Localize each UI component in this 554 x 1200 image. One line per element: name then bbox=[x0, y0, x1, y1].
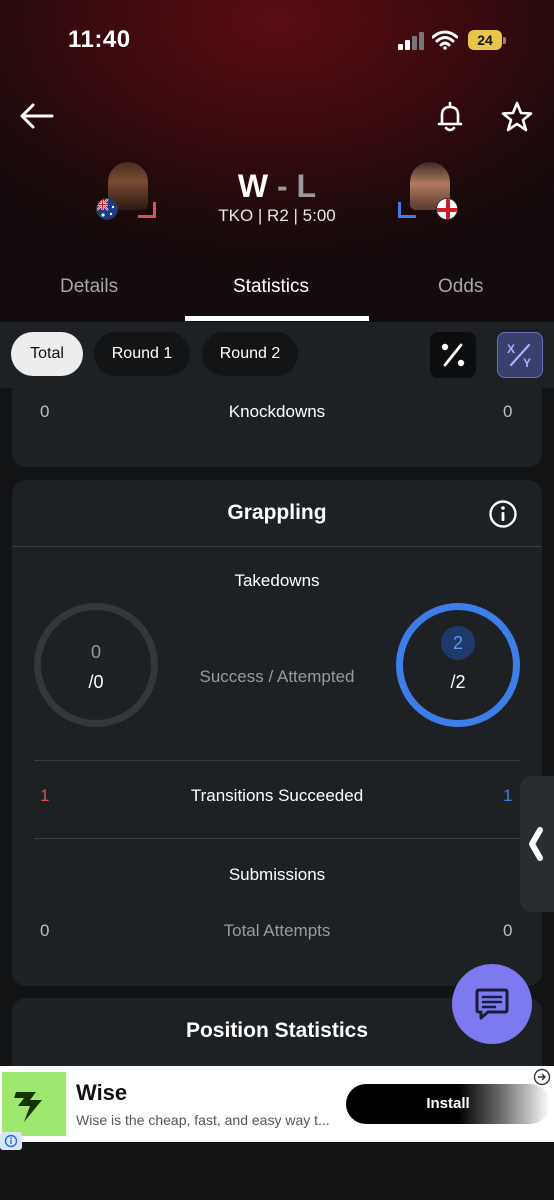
active-tab-indicator bbox=[185, 316, 369, 321]
takedowns-label: Takedowns bbox=[234, 571, 320, 590]
svg-text:Y: Y bbox=[523, 356, 531, 370]
knockdowns-right: 0 bbox=[503, 402, 513, 421]
wifi-icon bbox=[432, 30, 458, 50]
australia-flag-icon bbox=[96, 198, 118, 220]
knockdowns-label: Knockdowns bbox=[228, 402, 326, 421]
takedowns-right-success: 2 bbox=[441, 626, 475, 660]
takedowns-left-success: 0 bbox=[90, 642, 101, 662]
percent-toggle-icon[interactable] bbox=[430, 332, 476, 378]
england-flag-icon bbox=[436, 198, 458, 220]
result-method: TKO | R2 | 5:00 bbox=[218, 206, 336, 225]
match-result: W - L bbox=[190, 168, 364, 205]
submissions-label: Submissions bbox=[228, 865, 326, 884]
fighter-red-corner[interactable] bbox=[96, 158, 160, 222]
battery-icon: 24 bbox=[468, 30, 506, 50]
tab-statistics[interactable]: Statistics bbox=[233, 276, 309, 298]
red-corner-marker bbox=[138, 202, 156, 218]
tab-details[interactable]: Details bbox=[60, 276, 118, 298]
filter-round-1[interactable]: Round 1 bbox=[94, 332, 190, 376]
ad-title: Wise bbox=[76, 1080, 128, 1105]
bell-icon[interactable] bbox=[434, 100, 466, 134]
grappling-title: Grappling bbox=[227, 501, 327, 524]
takedowns-left-ring: 0 /0 bbox=[34, 603, 158, 727]
ad-banner[interactable]: Wise Wise is the cheap, fast, and easy w… bbox=[0, 1066, 554, 1142]
result-separator: - bbox=[277, 168, 288, 204]
ratio-toggle-icon[interactable]: X Y bbox=[497, 332, 543, 378]
side-panel-handle[interactable] bbox=[520, 776, 554, 912]
divider bbox=[34, 760, 520, 761]
match-header: 11:40 24 W - L TKO | R2 | 5:00 Details S… bbox=[0, 0, 554, 322]
takedowns-right-attempted: /2 bbox=[450, 672, 466, 692]
tab-bar: Details Statistics Odds bbox=[0, 270, 554, 322]
filter-total[interactable]: Total bbox=[11, 332, 83, 376]
back-arrow-icon[interactable] bbox=[18, 100, 56, 132]
total-attempts-label: Total Attempts bbox=[223, 921, 331, 940]
battery-level: 24 bbox=[468, 30, 502, 50]
transitions-label: Transitions Succeeded bbox=[190, 786, 364, 805]
favorite-star-icon[interactable] bbox=[500, 100, 534, 134]
status-bar: 11:40 24 bbox=[0, 0, 554, 80]
ad-description: Wise is the cheap, fast, and easy way t.… bbox=[76, 1112, 330, 1128]
status-time: 11:40 bbox=[68, 26, 131, 53]
install-button[interactable]: Install bbox=[346, 1084, 550, 1124]
wise-logo bbox=[2, 1072, 66, 1136]
result-win: W bbox=[237, 168, 269, 204]
chat-button[interactable] bbox=[452, 964, 532, 1044]
grappling-card: Grappling Takedowns 0 /0 Success / Attem… bbox=[12, 480, 542, 986]
divider bbox=[34, 838, 520, 839]
round-filter-bar: Total Round 1 Round 2 X Y bbox=[0, 322, 554, 388]
takedowns-right-ring: 2 /2 bbox=[396, 603, 520, 727]
cellular-signal-icon bbox=[398, 32, 426, 50]
blue-corner-marker bbox=[398, 202, 416, 218]
chat-icon bbox=[475, 988, 509, 1020]
info-icon[interactable] bbox=[488, 499, 518, 529]
fighter-blue-corner[interactable] bbox=[398, 158, 462, 222]
title-divider bbox=[12, 546, 542, 547]
transitions-right: 1 bbox=[503, 786, 513, 805]
result-loss: L bbox=[296, 168, 317, 204]
submissions-right: 0 bbox=[503, 921, 513, 940]
ad-info-icon[interactable] bbox=[0, 1132, 22, 1150]
ad-choices-icon[interactable] bbox=[533, 1068, 551, 1086]
tab-odds[interactable]: Odds bbox=[438, 276, 483, 298]
filter-round-2[interactable]: Round 2 bbox=[202, 332, 298, 376]
svg-text:X: X bbox=[507, 342, 515, 356]
